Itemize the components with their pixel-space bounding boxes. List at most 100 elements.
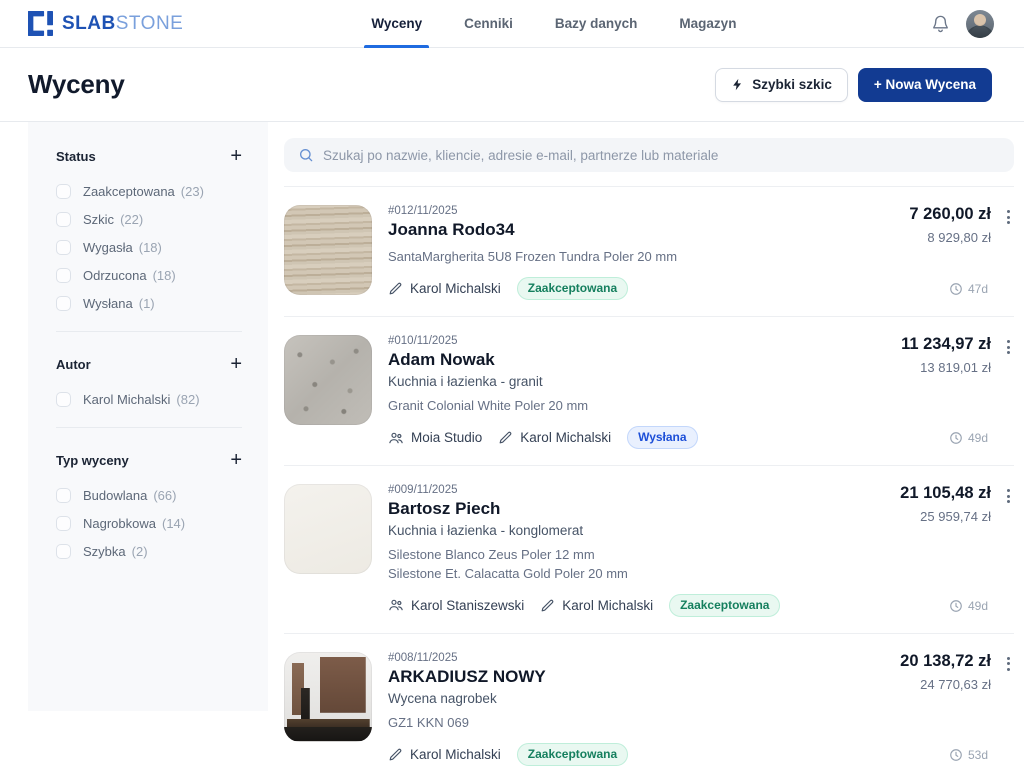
filter-option-label: Budowlana (83, 488, 147, 503)
kebab-menu-icon[interactable] (1003, 338, 1014, 356)
filter-checkbox[interactable] (56, 240, 71, 255)
price-gross: 8 929,80 zł (909, 230, 991, 245)
filter-checkbox[interactable] (56, 268, 71, 283)
quote-materials: GZ1 KKN 069 (388, 714, 884, 732)
expiry-days: 49d (949, 599, 988, 617)
quote-pricing: 21 105,48 zł 25 959,74 zł 49d (900, 484, 1014, 616)
status-badge: Zaakceptowana (669, 594, 780, 617)
quote-partner: Karol Staniszewski (388, 597, 524, 613)
filter-checkbox[interactable] (56, 296, 71, 311)
filter-option-count: (2) (132, 544, 148, 559)
material-line: Silestone Et. Calacatta Gold Poler 20 mm (388, 565, 884, 583)
quote-pricing: 20 138,72 zł 24 770,63 zł 53d (900, 652, 1014, 766)
quote-details: #012/11/2025 Joanna Rodo34 SantaMargheri… (388, 205, 893, 300)
expand-filter-plus-icon[interactable]: + (230, 450, 242, 470)
filter-checkbox[interactable] (56, 212, 71, 227)
filter-option-count: (82) (176, 392, 199, 407)
brand-logo[interactable]: SLABSTONE (28, 11, 183, 36)
filter-option-szybka[interactable]: Szybka (2) (56, 544, 242, 559)
quote-meta-row: Karol Michalski Zaakceptowana (388, 277, 893, 300)
kebab-menu-icon[interactable] (1003, 208, 1014, 226)
filter-checkbox[interactable] (56, 516, 71, 531)
quote-author: Karol Michalski (388, 747, 501, 762)
quote-meta-row: Karol Staniszewski Karol Michalski Zaakc… (388, 594, 884, 617)
quick-draft-button[interactable]: Szybki szkic (715, 68, 848, 102)
filter-section-header: Typ wyceny + (56, 450, 242, 470)
price-net: 20 138,72 zł (900, 652, 991, 671)
brand-name: SLABSTONE (62, 13, 183, 35)
quote-client-name: Adam Nowak (388, 350, 885, 370)
filter-section-typ-wyceny: Typ wyceny + Budowlana (66) Nagrobkowa (… (56, 427, 242, 559)
nav-item-bazy-danych[interactable]: Bazy danych (555, 0, 638, 48)
quote-details: #009/11/2025 Bartosz Piech Kuchnia i łaz… (388, 484, 884, 616)
quote-client-name: Bartosz Piech (388, 499, 884, 519)
quote-subtitle: Kuchnia i łazienka - konglomerat (388, 523, 884, 538)
quote-author: Karol Michalski (540, 598, 653, 613)
filter-option-label: Karol Michalski (83, 392, 170, 407)
content-area: Status + Zaakceptowana (23) Szkic (22) W… (0, 122, 1024, 711)
kebab-menu-icon[interactable] (1003, 655, 1014, 673)
quote-thumbnail (284, 652, 372, 742)
status-badge: Wysłana (627, 426, 697, 449)
expiry-days: 53d (949, 748, 988, 766)
material-line: SantaMargherita 5U8 Frozen Tundra Poler … (388, 248, 893, 266)
nav-item-cenniki[interactable]: Cenniki (464, 0, 513, 48)
kebab-menu-icon[interactable] (1003, 487, 1014, 505)
quote-id: #008/11/2025 (388, 652, 884, 664)
price-gross: 25 959,74 zł (900, 509, 991, 524)
filter-option-wysłana[interactable]: Wysłana (1) (56, 296, 242, 311)
quote-row[interactable]: #008/11/2025 ARKADIUSZ NOWY Wycena nagro… (284, 634, 1014, 782)
filter-option-szkic[interactable]: Szkic (22) (56, 212, 242, 227)
pencil-icon (498, 430, 513, 445)
filter-checkbox[interactable] (56, 184, 71, 199)
quote-client-name: ARKADIUSZ NOWY (388, 667, 884, 687)
filter-option-nagrobkowa[interactable]: Nagrobkowa (14) (56, 516, 242, 531)
user-avatar[interactable] (966, 10, 994, 38)
author-name: Karol Michalski (520, 430, 611, 445)
quote-meta-row: Karol Michalski Zaakceptowana (388, 743, 884, 766)
material-line: GZ1 KKN 069 (388, 714, 884, 732)
quote-materials: Granit Colonial White Poler 20 mm (388, 397, 885, 415)
quote-row[interactable]: #012/11/2025 Joanna Rodo34 SantaMargheri… (284, 187, 1014, 317)
filter-checkbox[interactable] (56, 488, 71, 503)
nav-item-magazyn[interactable]: Magazyn (679, 0, 736, 48)
quotes-list-area: #012/11/2025 Joanna Rodo34 SantaMargheri… (268, 122, 1024, 711)
quote-subtitle: Wycena nagrobek (388, 691, 884, 706)
filter-option-label: Nagrobkowa (83, 516, 156, 531)
filter-checkbox[interactable] (56, 544, 71, 559)
quote-row[interactable]: #009/11/2025 Bartosz Piech Kuchnia i łaz… (284, 466, 1014, 633)
top-navbar: SLABSTONE Wyceny Cenniki Bazy danych Mag… (0, 0, 1024, 48)
price-gross: 13 819,01 zł (901, 360, 991, 375)
days-value: 49d (968, 599, 988, 613)
notifications-bell-icon[interactable] (931, 14, 950, 33)
quote-row[interactable]: #010/11/2025 Adam Nowak Kuchnia i łazien… (284, 317, 1014, 466)
quote-partner: Moia Studio (388, 430, 482, 446)
new-quote-button[interactable]: + Nowa Wycena (858, 68, 992, 102)
page-header: Wyceny Szybki szkic + Nowa Wycena (0, 48, 1024, 122)
filter-option-odrzucona[interactable]: Odrzucona (18) (56, 268, 242, 283)
author-name: Karol Michalski (410, 747, 501, 762)
filter-option-count: (66) (153, 488, 176, 503)
search-input[interactable] (323, 148, 1000, 163)
expand-filter-plus-icon[interactable]: + (230, 146, 242, 166)
status-badge: Zaakceptowana (517, 277, 628, 300)
clock-icon (949, 431, 963, 445)
quote-meta-row: Moia Studio Karol Michalski Wysłana (388, 426, 885, 449)
partner-name: Moia Studio (411, 430, 482, 445)
days-value: 49d (968, 431, 988, 445)
expand-filter-plus-icon[interactable]: + (230, 354, 242, 374)
filter-option-zaakceptowana[interactable]: Zaakceptowana (23) (56, 184, 242, 199)
filter-section-header: Status + (56, 146, 242, 166)
filter-option-label: Wysłana (83, 296, 133, 311)
filter-option-budowlana[interactable]: Budowlana (66) (56, 488, 242, 503)
filter-section-header: Autor + (56, 354, 242, 374)
filter-checkbox[interactable] (56, 392, 71, 407)
partner-people-icon (388, 430, 404, 446)
navbar-right (931, 10, 994, 38)
filter-option-label: Zaakceptowana (83, 184, 175, 199)
clock-icon (949, 599, 963, 613)
filter-option-karol-michalski[interactable]: Karol Michalski (82) (56, 392, 242, 407)
nav-item-wyceny[interactable]: Wyceny (371, 0, 422, 48)
search-bar[interactable] (284, 138, 1014, 172)
filter-option-wygasła[interactable]: Wygasła (18) (56, 240, 242, 255)
